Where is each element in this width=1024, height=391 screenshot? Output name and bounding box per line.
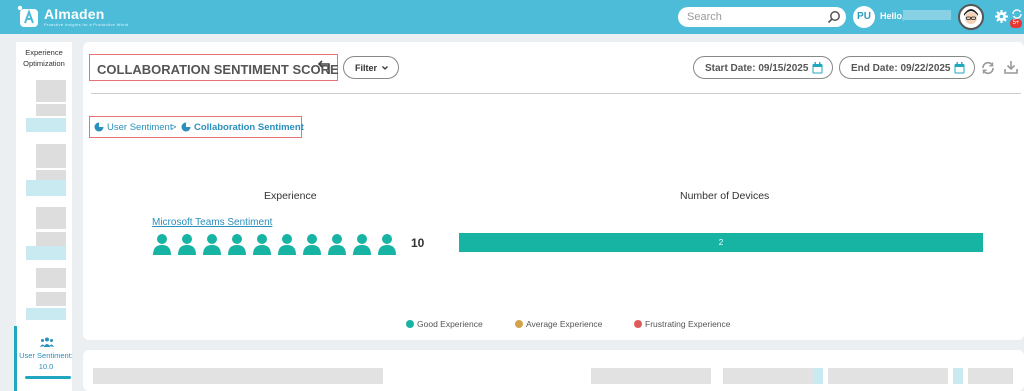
sidebar-item-redacted[interactable] [36,170,66,180]
filter-label: Filter [355,63,378,73]
search-input[interactable]: Search [678,7,846,27]
devices-column-header: Number of Devices [680,190,770,202]
sidebar-item-redacted[interactable] [36,104,66,116]
sidebar-item-redacted[interactable] [36,268,66,288]
teams-sentiment-link[interactable]: Microsoft Teams Sentiment [152,217,272,228]
redacted-block [813,368,823,384]
user-icon [353,234,371,255]
calendar-icon [954,62,965,74]
back-arrow-icon[interactable] [316,59,332,75]
sidebar-item-redacted[interactable] [26,308,66,320]
sidebar-item-redacted[interactable] [26,180,66,196]
end-date-picker[interactable]: End Date: 09/22/2025 [839,56,975,79]
pie-chart-icon [181,122,191,132]
top-bar: Almaden Proactive Insights for a Product… [0,0,1024,34]
user-icon [278,234,296,255]
user-face-icon [964,9,978,24]
greeting-text: Hello, [880,11,905,21]
legend-average-dot [515,320,523,328]
sidebar-item-redacted[interactable] [36,80,66,102]
end-date-label: End Date: 09/22/2025 [851,63,951,74]
user-count: 10 [411,236,425,250]
sidebar-item-redacted[interactable] [36,232,66,246]
brand-tagline: Proactive Insights for a Productive Worl… [44,22,129,27]
sidebar-item-redacted[interactable] [36,144,66,168]
good-experience-bar[interactable]: 2 [459,233,983,252]
notification-badge[interactable]: 5+ [1010,19,1022,28]
user-icon [203,234,221,255]
user-icon [303,234,321,255]
user-icon [153,234,171,255]
redacted-block [953,368,963,384]
sidebar-item-label: User Sentiment: 10.0 [19,351,73,371]
breadcrumb-separator: > [171,122,177,133]
redacted-block [968,368,1013,384]
sidebar-item-user-sentiment[interactable]: User Sentiment: 10.0 [14,326,73,391]
start-date-label: Start Date: 09/15/2025 [705,63,809,74]
redacted-block [93,368,383,384]
legend-good-label[interactable]: Good Experience [417,319,483,329]
redacted-content-card [83,350,1024,391]
sidebar-item-redacted[interactable] [26,246,66,260]
redacted-block [723,368,813,384]
gear-icon[interactable] [995,10,1008,23]
redacted-block [591,368,711,384]
legend-average-label[interactable]: Average Experience [526,319,602,329]
sidebar-item-redacted[interactable] [26,118,66,132]
user-icon [228,234,246,255]
page-title-box: COLLABORATION SENTIMENT SCORE [89,54,339,81]
user-icons-row [152,233,402,257]
search-placeholder: Search [687,11,722,23]
header-divider [91,93,1021,94]
user-icon [253,234,271,255]
user-icon [328,234,346,255]
sentiment-card: COLLABORATION SENTIMENT SCORE Filter Sta… [83,42,1024,340]
breadcrumb-parent-link[interactable]: User Sentiment [107,122,172,133]
user-icon [378,234,396,255]
pie-chart-icon [94,122,104,132]
user-avatar[interactable] [958,4,984,30]
experience-column-header: Experience [264,190,317,202]
search-icon[interactable] [827,10,841,24]
devices-bar-track: 2 [459,233,983,252]
breadcrumb: User Sentiment > Collaboration Sentiment [89,116,304,138]
download-icon[interactable] [1003,59,1019,75]
sidebar-title: Experience Optimization [23,48,65,68]
filter-button[interactable]: Filter [343,56,399,79]
chevron-down-icon [382,66,388,70]
refresh-icon[interactable] [980,60,996,76]
redacted-block [828,368,948,384]
page-title: COLLABORATION SENTIMENT SCORE [97,62,339,77]
sidebar-item-redacted[interactable] [36,207,66,229]
start-date-picker[interactable]: Start Date: 09/15/2025 [693,56,833,79]
user-initials-avatar[interactable]: PU [853,6,875,28]
legend-frustrating-label[interactable]: Frustrating Experience [645,319,731,329]
redacted-user-name [903,10,951,20]
brand-name: Almaden [44,6,105,22]
legend-frustrating-dot [634,320,642,328]
users-icon [40,337,54,347]
user-icon [178,234,196,255]
breadcrumb-current: Collaboration Sentiment [194,122,304,133]
almaden-logo-icon[interactable] [16,5,40,29]
legend-good-dot [406,320,414,328]
calendar-icon [812,62,823,74]
sidebar-item-redacted[interactable] [36,292,66,306]
sidebar-item-progress [25,376,71,379]
devices-bar-label: 2 [718,238,724,247]
